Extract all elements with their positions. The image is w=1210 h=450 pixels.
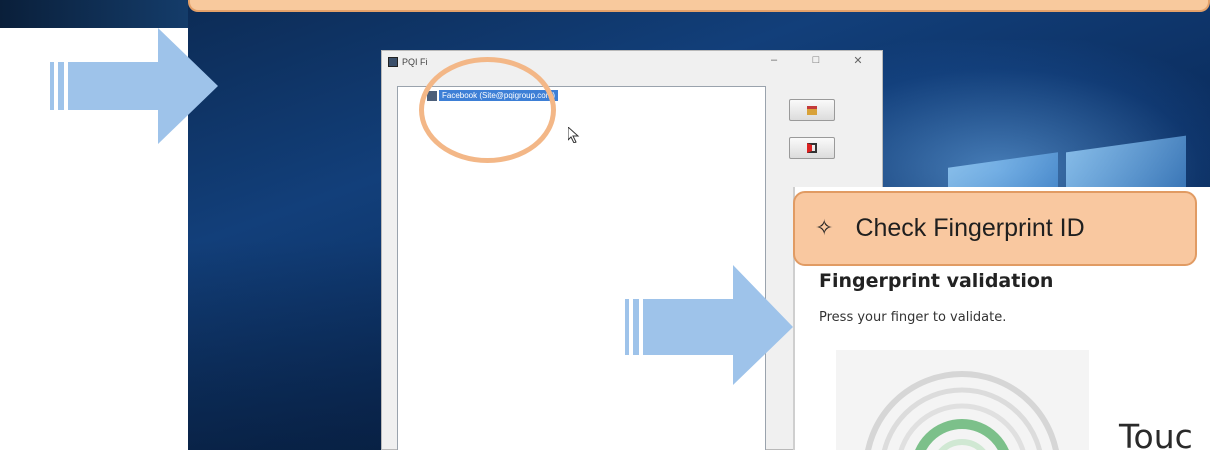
maximize-button[interactable]: □ bbox=[802, 54, 830, 66]
pointer-arrow-lower bbox=[625, 265, 793, 385]
exit-door-icon bbox=[807, 143, 817, 153]
close-button[interactable]: ✕ bbox=[844, 54, 872, 67]
dialog-title: Fingerprint validation bbox=[819, 270, 1054, 292]
fingerprint-icon bbox=[865, 371, 1059, 450]
exit-button[interactable] bbox=[789, 137, 835, 159]
app-icon bbox=[388, 57, 398, 67]
window-title: PQI Fi bbox=[402, 57, 428, 67]
highlight-circle bbox=[419, 57, 556, 163]
mouse-cursor-icon bbox=[568, 127, 580, 143]
callout-text: Check Fingerprint ID bbox=[855, 214, 1085, 242]
pointer-arrow-left bbox=[50, 28, 218, 144]
gift-button[interactable] bbox=[789, 99, 835, 121]
minimize-button[interactable]: – bbox=[760, 54, 788, 66]
touch-prompt-text: Touc bbox=[1119, 417, 1193, 450]
gift-icon bbox=[807, 105, 817, 115]
top-callout-banner bbox=[188, 0, 1210, 12]
callout-label-box: ✧ Check Fingerprint ID bbox=[793, 191, 1197, 266]
fingerprint-card bbox=[836, 350, 1089, 450]
sparkle-icon: ✧ bbox=[815, 216, 834, 241]
desktop-corner-strip bbox=[0, 0, 188, 28]
dialog-subtitle: Press your finger to validate. bbox=[819, 310, 1007, 325]
